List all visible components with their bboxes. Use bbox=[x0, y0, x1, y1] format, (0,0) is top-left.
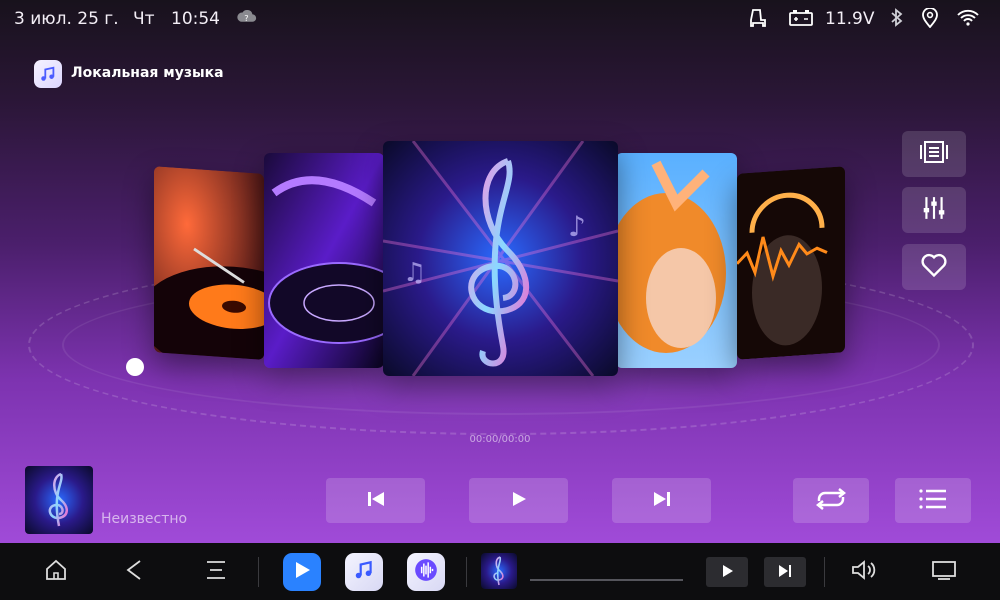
cover-flow-button[interactable] bbox=[902, 131, 966, 177]
wifi-icon bbox=[956, 8, 980, 28]
music-note-icon bbox=[353, 559, 375, 585]
mini-next-button[interactable] bbox=[764, 557, 806, 587]
screen-icon bbox=[931, 558, 957, 586]
back-icon bbox=[124, 558, 148, 586]
battery-icon bbox=[788, 8, 814, 28]
equalizer-button[interactable] bbox=[902, 187, 966, 233]
playlist-icon bbox=[918, 488, 948, 514]
navigation-bar bbox=[0, 543, 1000, 600]
cover-flow-icon bbox=[918, 140, 950, 168]
svg-text:?: ? bbox=[244, 13, 248, 23]
music-note-icon bbox=[34, 60, 62, 88]
next-icon bbox=[778, 563, 792, 582]
nav-divider bbox=[258, 557, 259, 587]
status-time: 10:54 bbox=[171, 9, 220, 29]
status-weekday: Чт bbox=[133, 9, 155, 29]
nav-divider bbox=[466, 557, 467, 587]
playback-time: 00:00/00:00 bbox=[469, 434, 531, 445]
previous-button[interactable] bbox=[326, 478, 425, 523]
home-button[interactable] bbox=[38, 554, 74, 590]
location-icon bbox=[919, 7, 941, 29]
status-bar: 3 июл. 25 г. Чт 10:54 ? 11.9V bbox=[0, 0, 1000, 36]
repeat-icon bbox=[813, 487, 849, 515]
artist-label: Неизвестно bbox=[101, 511, 188, 527]
carousel-indicator[interactable] bbox=[126, 358, 144, 376]
voice-app[interactable] bbox=[407, 553, 445, 591]
status-voltage: 11.9V bbox=[825, 9, 875, 29]
album-cover-portrait[interactable] bbox=[616, 153, 737, 368]
repeat-button[interactable] bbox=[793, 478, 869, 523]
mini-play-button[interactable] bbox=[706, 557, 748, 587]
back-button[interactable] bbox=[118, 554, 154, 590]
play-icon bbox=[509, 489, 529, 513]
play-icon bbox=[720, 563, 734, 582]
video-player-app[interactable] bbox=[283, 553, 321, 591]
video-player-icon bbox=[290, 558, 314, 586]
music-app[interactable] bbox=[345, 553, 383, 591]
volume-button[interactable] bbox=[845, 554, 881, 590]
svg-text:♫: ♫ bbox=[403, 258, 426, 288]
weather-cloud-icon: ? bbox=[236, 8, 258, 28]
mini-player-thumbnail[interactable] bbox=[481, 553, 517, 589]
bluetooth-icon bbox=[885, 8, 907, 28]
next-button[interactable] bbox=[612, 478, 711, 523]
heart-icon bbox=[920, 252, 948, 282]
nav-divider bbox=[824, 557, 825, 587]
seat-icon bbox=[748, 8, 770, 28]
playlist-button[interactable] bbox=[895, 478, 971, 523]
album-cover-treble-clef[interactable]: ♪ ♫ bbox=[383, 141, 618, 376]
now-playing-thumbnail[interactable] bbox=[25, 466, 93, 534]
album-cover-vinyl[interactable] bbox=[154, 166, 264, 360]
mini-progress-bar[interactable] bbox=[530, 579, 683, 581]
album-cover-headphones[interactable] bbox=[737, 166, 845, 360]
play-button[interactable] bbox=[469, 478, 568, 523]
menu-icon bbox=[204, 558, 228, 586]
page-title: Локальная музыка bbox=[71, 65, 224, 81]
screen-button[interactable] bbox=[926, 554, 962, 590]
equalizer-icon bbox=[921, 195, 947, 225]
favorite-button[interactable] bbox=[902, 244, 966, 290]
status-date: 3 июл. 25 г. bbox=[14, 9, 119, 29]
svg-text:♪: ♪ bbox=[568, 210, 586, 243]
sound-wave-icon bbox=[413, 557, 439, 587]
next-icon bbox=[652, 489, 672, 513]
home-icon bbox=[44, 558, 68, 586]
previous-icon bbox=[366, 489, 386, 513]
menu-button[interactable] bbox=[198, 554, 234, 590]
volume-icon bbox=[850, 558, 876, 586]
album-cover-dj[interactable] bbox=[264, 153, 384, 368]
